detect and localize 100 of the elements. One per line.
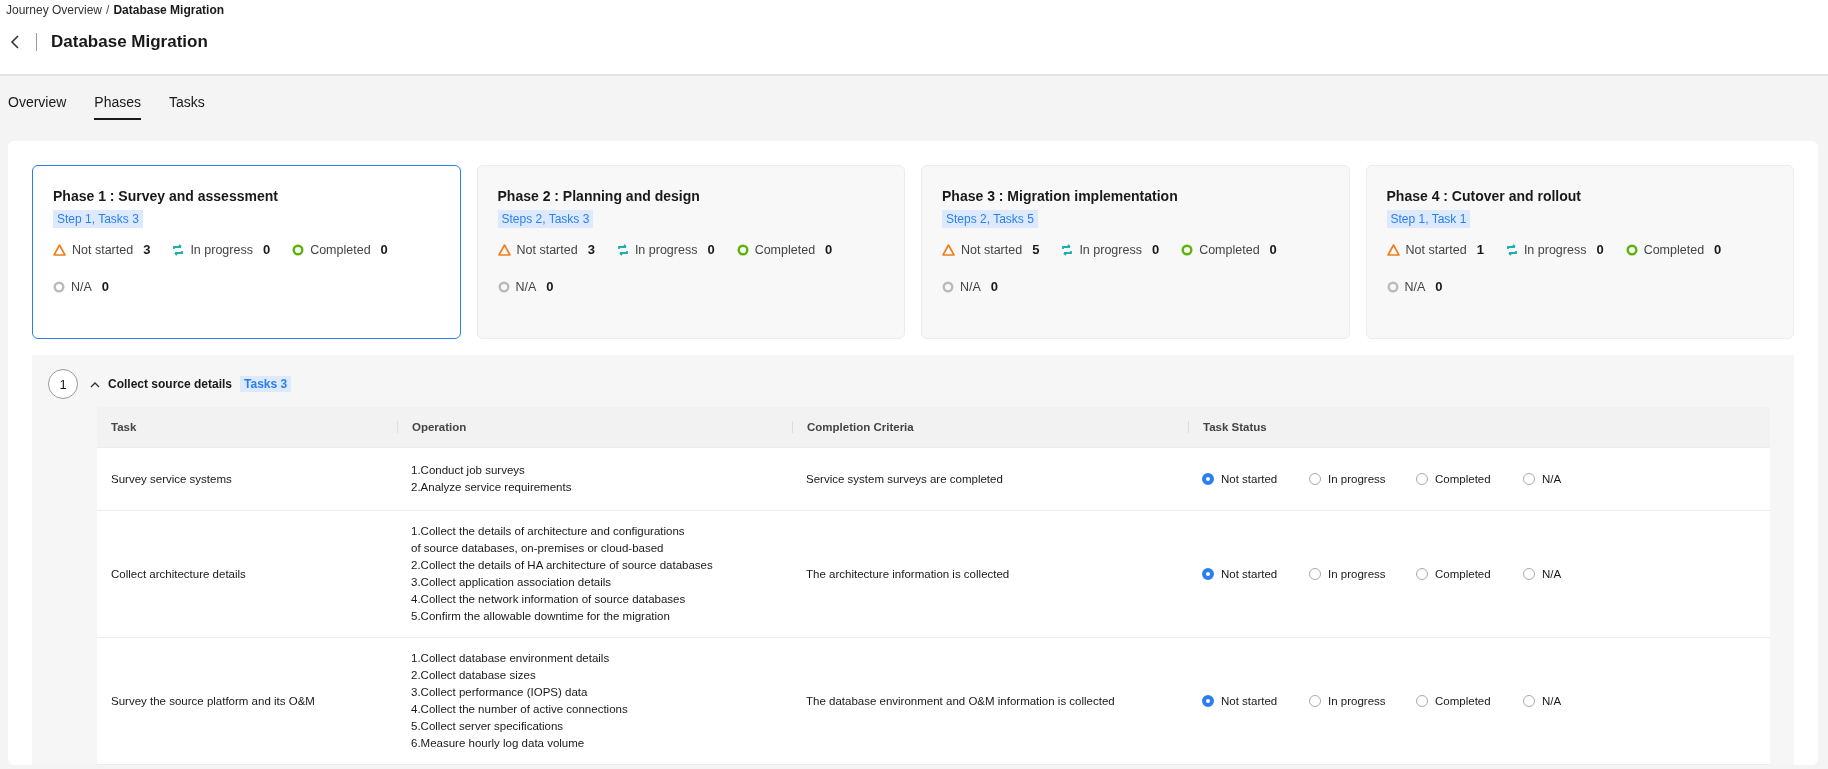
radio-button[interactable] [1309, 695, 1321, 707]
radio-label[interactable]: In progress [1328, 473, 1386, 485]
status-count: 0 [380, 242, 388, 257]
status-label: N/A [1404, 279, 1426, 294]
status-count: 0 [707, 242, 715, 257]
phase-card[interactable]: Phase 3 : Migration implementation Steps 2, Tasks 5 Not started 5 In progress 0 Completed 0 N/A 0 [921, 165, 1350, 339]
status-count: 3 [587, 242, 595, 257]
status-count: 0 [1151, 242, 1160, 257]
sync-icon [1061, 243, 1074, 256]
radio-button[interactable] [1202, 695, 1214, 707]
status-count: 0 [262, 242, 271, 257]
column-header: Task Status [1188, 421, 1770, 433]
phase-tag: Step 1, Tasks 3 [53, 210, 143, 228]
phase-card[interactable]: Phase 2 : Planning and design Steps 2, Tasks 3 Not started 3 In progress 0 Completed 0 N/A 0 [476, 165, 905, 339]
column-header: Task [110, 421, 138, 433]
phase-tag: Steps 2, Tasks 3 [497, 210, 594, 228]
warning-triangle-icon [497, 243, 511, 256]
phase-title: Phase 4 : Cutover and rollout [1386, 188, 1582, 204]
status-count: 0 [1714, 242, 1722, 257]
task-cell-text: Survey service systems [110, 471, 233, 487]
radio-button[interactable] [1309, 568, 1321, 580]
status-circle-icon [292, 243, 305, 256]
status-label: Not started [516, 242, 578, 257]
status-circle-icon [1625, 243, 1638, 256]
status-circle-icon [53, 280, 65, 293]
status-circle-icon [736, 243, 749, 256]
status-circle-icon [497, 280, 510, 293]
status-circle-icon [942, 280, 954, 293]
radio-button[interactable] [1416, 473, 1428, 485]
status-label: Completed [1199, 242, 1260, 257]
operation-cell-text: 1.Collect the details of architecture and configurations of source databases, on-premises or cloud-based 2.Collect the details of HA architecture of source databases 3.Collect application association details 4.Collect the network information of source databases 5.Confirm the allowable downtime for the migration [410, 524, 714, 624]
status-count: 5 [1032, 242, 1040, 257]
column-header: Operation [397, 421, 792, 433]
radio-label[interactable]: Completed [1435, 568, 1491, 580]
sync-icon [1505, 243, 1518, 256]
radio-label[interactable]: Completed [1435, 695, 1491, 707]
radio-label[interactable]: N/A [1542, 568, 1562, 580]
phase-tag: Step 1, Task 1 [1386, 210, 1471, 228]
status-label: N/A [960, 279, 981, 294]
phase-tag: Steps 2, Tasks 5 [942, 210, 1038, 228]
operation-cell-text: 1.Conduct job surveys 2.Analyze service requirements [410, 463, 573, 495]
status-label: Not started [1405, 242, 1467, 257]
operation-cell-text: 1.Collect database environment details 2.Collect database sizes 3.Collect performance (IOPS) data 4.Collect the number of active connections 5.Collect server specifications 6.Measure hourly log data volume [410, 651, 629, 751]
radio-label[interactable]: Not started [1221, 695, 1278, 707]
radio-button[interactable] [1202, 568, 1214, 580]
radio-label[interactable]: N/A [1542, 473, 1562, 485]
warning-triangle-icon [942, 243, 955, 256]
tab[interactable]: Tasks [169, 94, 205, 120]
radio-label[interactable]: Completed [1435, 473, 1491, 485]
status-count: 0 [1269, 242, 1277, 257]
radio-button[interactable] [1309, 473, 1321, 485]
radio-label[interactable]: In progress [1328, 568, 1386, 580]
status-label: Completed [310, 242, 371, 257]
status-label: In progress [1079, 242, 1142, 257]
step-number: 1 [48, 369, 78, 399]
radio-label[interactable]: In progress [1328, 695, 1386, 707]
page-title: Database Migration [51, 32, 208, 52]
radio-label[interactable]: Not started [1221, 473, 1278, 485]
radio-button[interactable] [1523, 473, 1535, 485]
phase-title: Phase 3 : Migration implementation [942, 188, 1179, 204]
status-label: N/A [515, 279, 537, 294]
criteria-cell-text: The database environment and O&M information is collected [805, 693, 1116, 709]
radio-button[interactable] [1416, 568, 1428, 580]
radio-button[interactable] [1202, 473, 1214, 485]
step-tag: Tasks 3 [240, 376, 292, 392]
status-count: 3 [143, 242, 151, 257]
breadcrumb-link[interactable]: Journey Overview [6, 3, 103, 17]
status-label: Completed [754, 242, 816, 257]
criteria-cell-text: The architecture information is collected [805, 566, 1011, 582]
status-label: Not started [961, 242, 1023, 257]
tab[interactable]: Phases [94, 94, 142, 120]
phase-title: Phase 2 : Planning and design [497, 188, 701, 204]
sync-icon [172, 243, 185, 256]
status-count: 0 [1596, 242, 1604, 257]
radio-label[interactable]: N/A [1542, 695, 1562, 707]
phase-card[interactable]: Phase 4 : Cutover and rollout Step 1, Task 1 Not started 1 In progress 0 Completed 0 N/A 0 [1365, 165, 1794, 339]
status-count: 0 [101, 279, 110, 294]
status-circle-icon [1386, 280, 1399, 293]
status-count: 1 [1476, 242, 1484, 257]
task-cell-text: Survey the source platform and its O&M [110, 693, 316, 709]
tab[interactable]: Overview [8, 94, 67, 120]
status-label: In progress [1523, 242, 1587, 257]
status-label: In progress [634, 242, 698, 257]
phase-card[interactable]: Phase 1 : Survey and assessment Step 1, Tasks 3 Not started 3 In progress 0 Completed 0 N/A 0 [32, 165, 461, 339]
status-label: N/A [71, 279, 92, 294]
status-count: 0 [546, 279, 554, 294]
status-count: 0 [825, 242, 833, 257]
criteria-cell-text: Service system surveys are completed [805, 471, 1004, 487]
status-label: Completed [1643, 242, 1705, 257]
status-label: In progress [190, 242, 253, 257]
sync-icon [616, 243, 629, 256]
radio-label[interactable]: Not started [1221, 568, 1278, 580]
caret-icon[interactable] [90, 380, 100, 388]
warning-triangle-icon [1386, 243, 1400, 256]
radio-button[interactable] [1416, 695, 1428, 707]
status-count: 0 [1435, 279, 1443, 294]
status-count: 0 [990, 279, 999, 294]
radio-button[interactable] [1523, 568, 1535, 580]
radio-button[interactable] [1523, 695, 1535, 707]
status-circle-icon [1181, 243, 1194, 256]
